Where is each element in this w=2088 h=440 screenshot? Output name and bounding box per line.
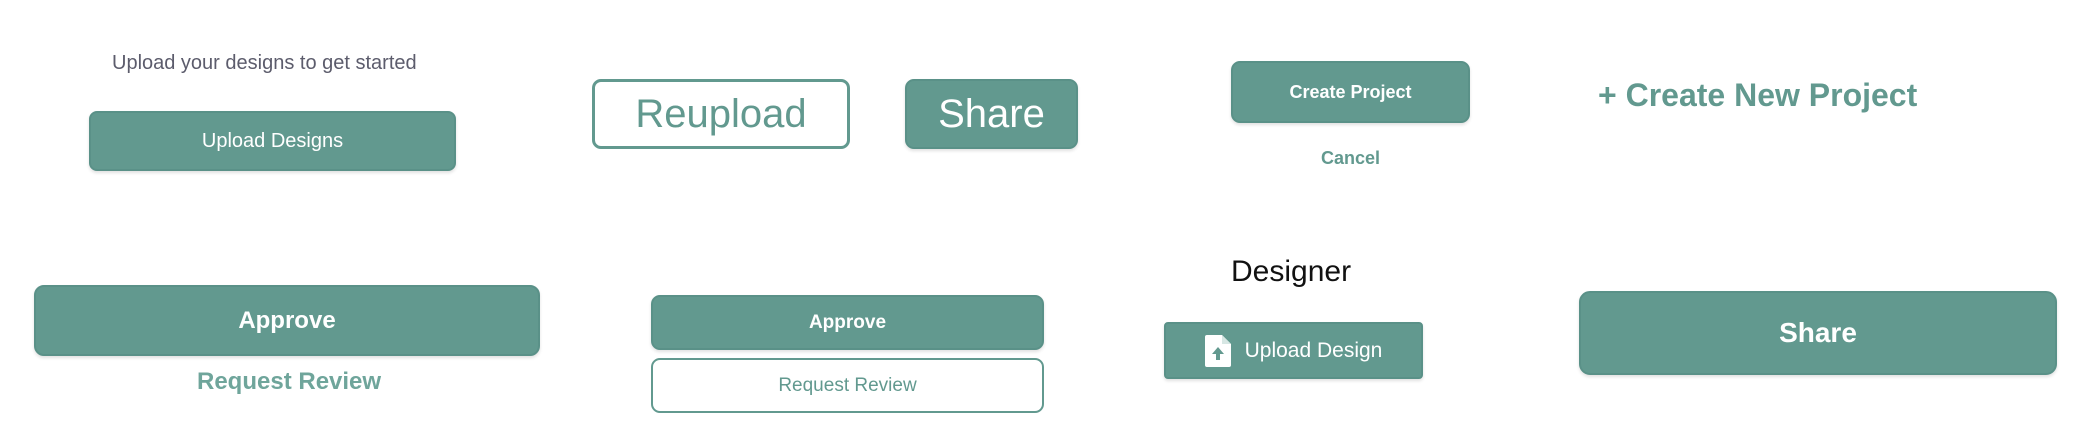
- request-review-link[interactable]: Request Review: [197, 368, 381, 396]
- upload-designs-button[interactable]: Upload Designs: [89, 111, 456, 171]
- button-showcase: Upload your designs to get started Uploa…: [0, 0, 2088, 440]
- approve-large-button[interactable]: Approve: [34, 285, 540, 356]
- approve-small-button[interactable]: Approve: [651, 295, 1044, 350]
- create-project-button[interactable]: Create Project: [1231, 61, 1470, 123]
- upload-design-label: Upload Design: [1244, 338, 1383, 362]
- cancel-link[interactable]: Cancel: [1321, 148, 1380, 169]
- reupload-button[interactable]: Reupload: [592, 79, 850, 149]
- share-button[interactable]: Share: [905, 79, 1078, 149]
- request-review-button[interactable]: Request Review: [651, 358, 1044, 413]
- upload-design-button[interactable]: Upload Design: [1164, 322, 1423, 379]
- share-wide-button[interactable]: Share: [1579, 291, 2057, 375]
- file-upload-icon: [1204, 334, 1231, 367]
- create-new-project-link[interactable]: + Create New Project: [1598, 77, 1917, 114]
- designer-heading: Designer: [1231, 255, 1352, 288]
- upload-prompt-text: Upload your designs to get started: [112, 52, 417, 74]
